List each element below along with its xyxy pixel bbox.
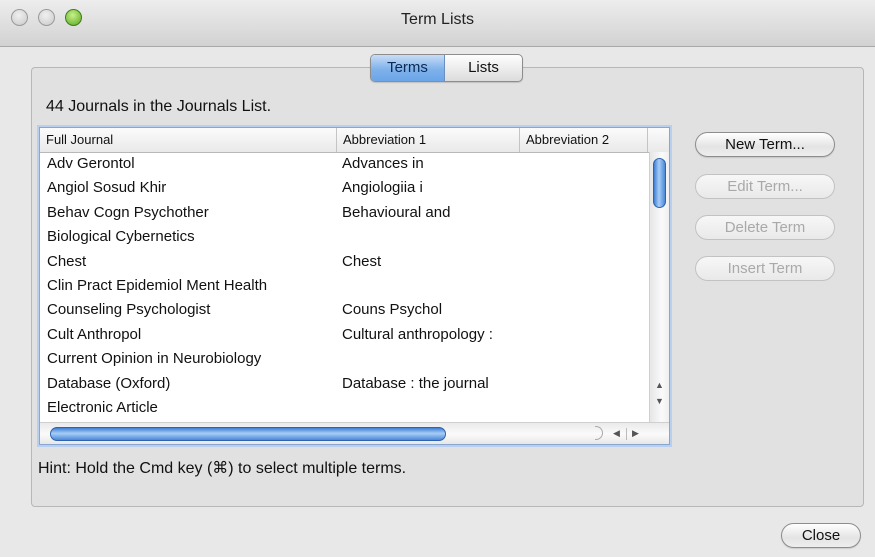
horizontal-scrollbar[interactable]: ◀ ▶ xyxy=(40,422,669,444)
tab-control: Terms Lists xyxy=(370,54,523,82)
table-row[interactable]: Angiol Sosud Khir Angiologiia i xyxy=(40,176,649,200)
table-row[interactable]: Current Opinion in Neurobiology xyxy=(40,347,649,371)
close-button[interactable]: Close xyxy=(781,523,861,548)
cell-full-journal: Counseling Psychologist xyxy=(47,301,211,319)
scroll-right-arrow-icon[interactable]: ▶ xyxy=(632,428,639,439)
cell-abbreviation-1: Chest xyxy=(342,252,382,270)
tab-lists[interactable]: Lists xyxy=(445,55,522,81)
journals-table[interactable]: Full Journal Abbreviation 1 Abbreviation… xyxy=(39,127,670,445)
tab-terms[interactable]: Terms xyxy=(371,55,445,81)
cell-full-journal: Current Opinion in Neurobiology xyxy=(47,350,262,368)
table-row[interactable]: Behav Cogn Psychother Behavioural and xyxy=(40,201,649,225)
hint-text: Hint: Hold the Cmd key (⌘) to select mul… xyxy=(38,460,407,477)
scroll-up-arrow-icon[interactable]: ▲ xyxy=(655,380,664,390)
title-bar[interactable]: Term Lists xyxy=(0,0,875,47)
scroll-track-end xyxy=(595,426,603,440)
table-row[interactable]: Electronic Article xyxy=(40,396,649,420)
table-row[interactable]: Cult Anthropol Cultural anthropology : xyxy=(40,323,649,347)
cell-full-journal: Cult Anthropol xyxy=(47,325,142,343)
table-body: Adv Gerontol Advances in Angiol Sosud Kh… xyxy=(40,152,649,420)
vertical-scroll-thumb[interactable] xyxy=(653,158,666,208)
column-header-full-journal[interactable]: Full Journal xyxy=(40,128,337,152)
new-term-button[interactable]: New Term... xyxy=(695,132,835,157)
cell-abbreviation-1: Advances in xyxy=(342,155,424,172)
cell-abbreviation-1: Angiologiia i xyxy=(342,179,423,197)
horizontal-scroll-thumb[interactable] xyxy=(50,427,446,441)
table-row[interactable]: Adv Gerontol Advances in xyxy=(40,152,649,176)
cell-full-journal: Behav Cogn Psychother xyxy=(47,203,209,221)
cell-full-journal: Electronic Article xyxy=(47,398,158,416)
column-header-abbreviation-1[interactable]: Abbreviation 1 xyxy=(337,128,520,152)
delete-term-button[interactable]: Delete Term xyxy=(695,215,835,240)
scroll-arrow-divider xyxy=(626,428,627,440)
cell-full-journal: Chest xyxy=(47,252,87,270)
edit-term-button[interactable]: Edit Term... xyxy=(695,174,835,199)
journal-count-text: 44 Journals in the Journals List. xyxy=(46,98,272,115)
insert-term-button[interactable]: Insert Term xyxy=(695,256,835,281)
table-row[interactable]: Counseling Psychologist Couns Psychol xyxy=(40,298,649,322)
vertical-scrollbar[interactable]: ▲ ▼ xyxy=(649,152,669,422)
cell-full-journal: Adv Gerontol xyxy=(47,155,135,172)
cell-abbreviation-1: Cultural anthropology : xyxy=(342,325,493,343)
cell-abbreviation-1: Couns Psychol xyxy=(342,301,443,319)
cell-abbreviation-1: Behavioural and xyxy=(342,203,451,221)
table-row[interactable]: Biological Cybernetics xyxy=(40,225,649,249)
column-header-abbreviation-2[interactable]: Abbreviation 2 xyxy=(520,128,648,152)
cell-full-journal: Biological Cybernetics xyxy=(47,228,195,246)
cell-full-journal: Angiol Sosud Khir xyxy=(47,179,167,197)
scroll-down-arrow-icon[interactable]: ▼ xyxy=(655,396,664,406)
table-row[interactable]: Chest Chest xyxy=(40,250,649,274)
cell-full-journal: Database (Oxford) xyxy=(47,374,171,392)
table-row[interactable]: Database (Oxford) Database : the journal xyxy=(40,372,649,396)
table-header: Full Journal Abbreviation 1 Abbreviation… xyxy=(40,128,669,153)
cell-full-journal: Clin Pract Epidemiol Ment Health xyxy=(47,276,268,294)
scroll-left-arrow-icon[interactable]: ◀ xyxy=(613,428,620,439)
table-row[interactable]: Clin Pract Epidemiol Ment Health xyxy=(40,274,649,298)
term-lists-window: Term Lists Terms Lists 44 Journals in th… xyxy=(0,0,875,557)
window-title: Term Lists xyxy=(401,11,474,28)
cell-abbreviation-1: Database : the journal xyxy=(342,374,489,392)
